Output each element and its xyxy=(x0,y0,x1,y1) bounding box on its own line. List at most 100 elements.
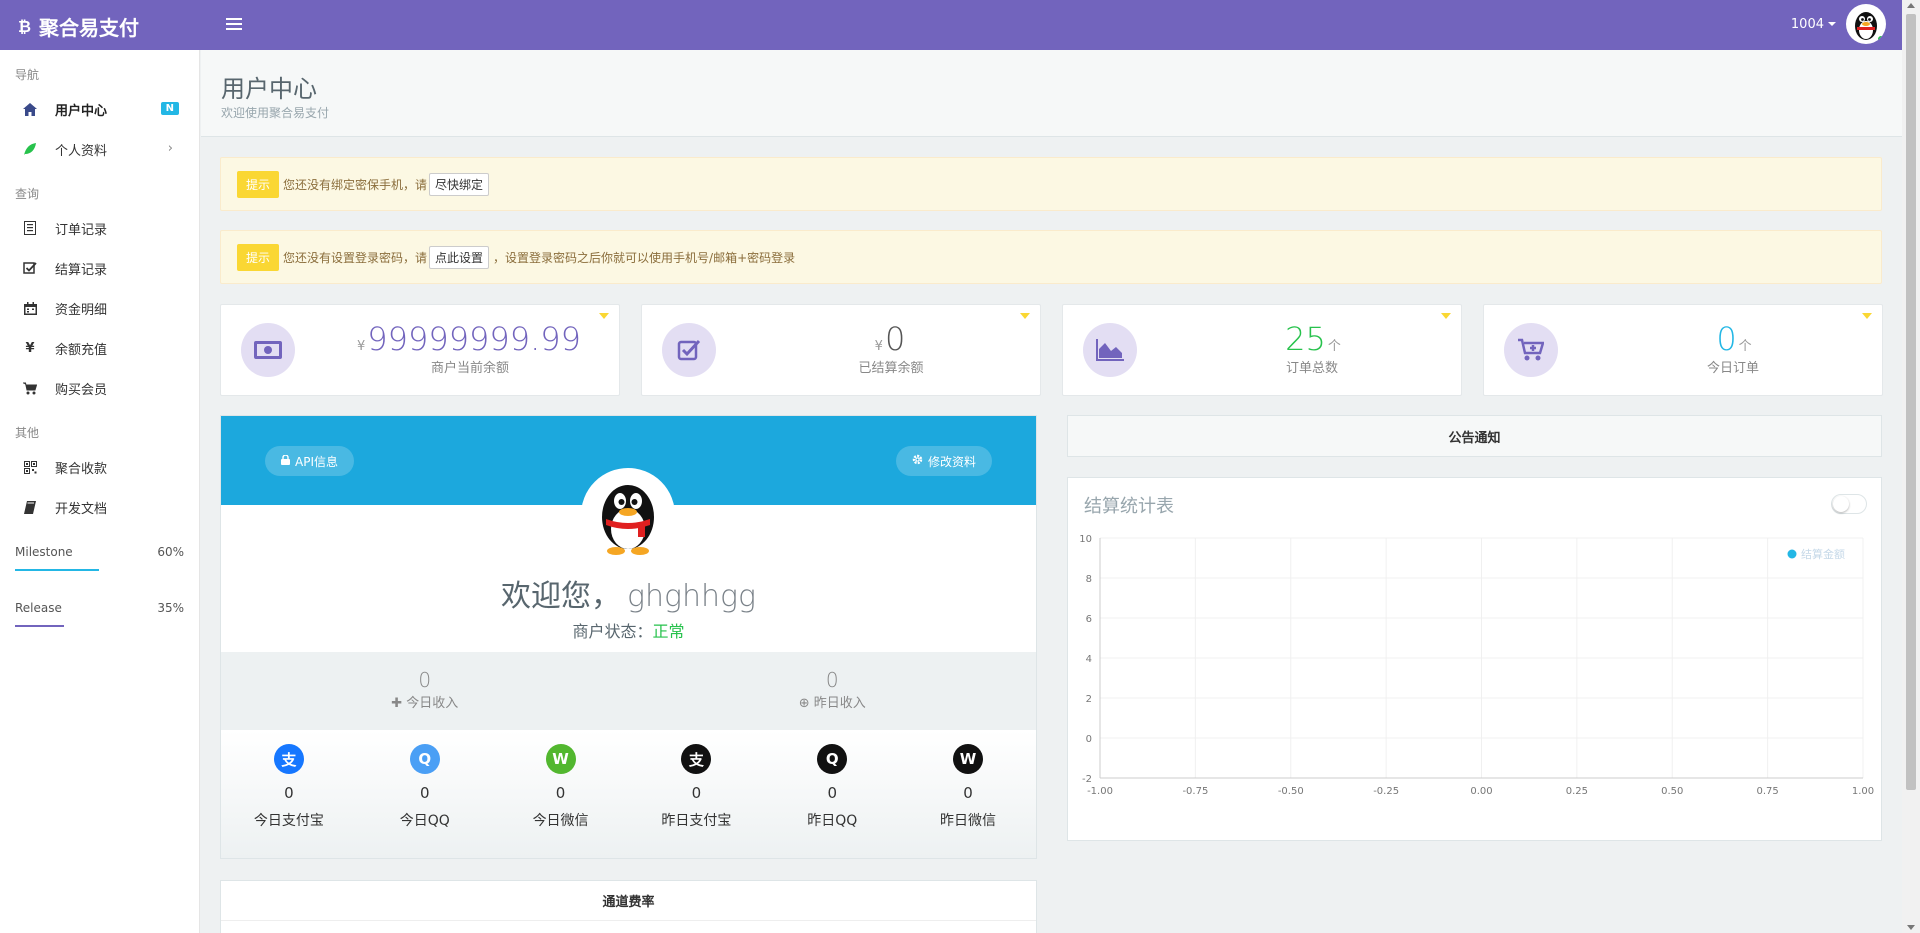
channel-yesterday-wechat: W 0 昨日微信 xyxy=(900,730,1036,858)
merchant-status: 商户状态：正常 xyxy=(221,618,1036,642)
alert-set-password: 提示 您还没有设置登录密码，请 点此设置 ，设置登录密码之后你就可以使用手机号/… xyxy=(220,230,1882,284)
scrollbar-thumb[interactable] xyxy=(1906,14,1916,790)
cart-plus-icon xyxy=(1504,323,1558,377)
sidebar-item-docs[interactable]: 开发文档 xyxy=(0,487,199,527)
page-scrollbar[interactable] xyxy=(1902,0,1920,933)
stat-label: 今日订单 xyxy=(1706,361,1759,376)
alert-text: 您还没有设置登录密码，请 xyxy=(283,250,428,265)
wechat-icon: W xyxy=(953,744,984,774)
sidebar-item-label: 购买会员 xyxy=(55,382,108,398)
caret-down-icon[interactable] xyxy=(1441,313,1451,319)
bind-phone-button[interactable]: 尽快绑定 xyxy=(429,172,490,196)
list-icon xyxy=(22,220,38,236)
profile-panel: API信息 修改资料 欢迎您， ghghhgg 商户状态：正常 0 ✚ 今日收入… xyxy=(220,415,1037,859)
x-tick-label: 0.50 xyxy=(1661,786,1683,797)
x-tick-label: -0.50 xyxy=(1278,786,1304,797)
progress-value: 60% xyxy=(157,545,184,559)
legend-marker xyxy=(1787,549,1797,559)
toggle-knob[interactable] xyxy=(1833,496,1849,512)
nav-section-title: 导航 xyxy=(15,68,40,82)
yesterday-income-value: 0 xyxy=(825,668,839,692)
online-status-dot xyxy=(1877,35,1885,43)
stat-settled: ¥0 已结算余额 xyxy=(641,304,1041,396)
bitcoin-icon: ₿ xyxy=(18,16,32,36)
channel-label: 昨日QQ xyxy=(807,813,858,829)
settlement-chart: 10 8 6 4 2 0 -2-1.00 -0.75 -0.50 -0.25 0.00 0.25 0.5… xyxy=(1079,534,1874,797)
alert-tag: 提示 xyxy=(237,170,280,198)
release-progress: Release 35% xyxy=(0,601,199,627)
sidebar-item-membership[interactable]: 购买会员 xyxy=(0,368,199,408)
sidebar-item-settlements[interactable]: 结算记录 xyxy=(0,248,199,288)
yen-icon: ¥ xyxy=(25,340,35,356)
y-tick-label: 0 xyxy=(1086,734,1092,745)
stat-value: 0 xyxy=(884,320,906,358)
x-tick-label: 0.25 xyxy=(1566,786,1588,797)
sidebar-item-label: 个人资料 xyxy=(55,143,108,159)
plus-circle-icon: ⊕ xyxy=(798,696,810,711)
top-header: ₿ 聚合易支付 1004 xyxy=(0,0,1902,50)
user-menu[interactable]: 1004 xyxy=(1791,4,1886,44)
user-id[interactable]: 1004 xyxy=(1791,17,1836,32)
plus-icon: ✚ xyxy=(391,696,403,711)
sidebar: 导航 用户中心 N 个人资料 › 查询 订单记录 结算记录 资金明细 ¥ 余额充… xyxy=(0,50,200,933)
legend-label: 结算金额 xyxy=(1801,547,1845,561)
welcome-label: 欢迎您， xyxy=(500,579,621,614)
channel-yesterday-qq: Q 0 昨日QQ xyxy=(764,730,900,858)
scroll-down-icon[interactable] xyxy=(1907,925,1915,930)
channel-label: 今日QQ xyxy=(399,813,450,829)
status-label: 商户状态： xyxy=(572,622,653,641)
set-password-button[interactable]: 点此设置 xyxy=(429,245,490,269)
profile-avatar xyxy=(581,468,675,562)
alert-tag: 提示 xyxy=(237,243,280,271)
edit-profile-button[interactable]: 修改资料 xyxy=(895,446,992,476)
scroll-up-icon[interactable] xyxy=(1907,3,1915,8)
query-section-title: 查询 xyxy=(15,187,40,201)
y-tick-label: 2 xyxy=(1086,694,1092,705)
status-value: 正常 xyxy=(652,622,685,641)
api-info-button[interactable]: API信息 xyxy=(265,446,354,476)
sidebar-item-aggregate-pay[interactable]: 聚合收款 xyxy=(0,447,199,487)
chart-toggle-switch[interactable] xyxy=(1831,494,1867,514)
channel-value: 0 xyxy=(963,784,973,802)
notice-panel-header[interactable]: 公告通知 xyxy=(1067,415,1882,457)
x-tick-label: 1.00 xyxy=(1852,786,1874,797)
currency-symbol: ¥ xyxy=(874,339,883,354)
sidebar-item-label: 结算记录 xyxy=(55,262,108,278)
caret-down-icon[interactable] xyxy=(1020,313,1030,319)
sidebar-item-orders[interactable]: 订单记录 xyxy=(0,208,199,248)
leaf-icon xyxy=(22,141,38,157)
x-tick-label: -0.75 xyxy=(1182,786,1208,797)
caret-down-icon xyxy=(1828,22,1836,26)
menu-toggle-icon[interactable] xyxy=(226,15,242,31)
channel-value: 0 xyxy=(827,784,837,802)
channel-value: 0 xyxy=(691,784,702,802)
channel-today-wechat: W 0 今日微信 xyxy=(493,730,629,858)
stat-label: 订单总数 xyxy=(1285,361,1338,376)
today-income-label: 今日收入 xyxy=(406,696,459,711)
y-tick-label: 6 xyxy=(1086,614,1092,625)
avatar[interactable] xyxy=(1846,4,1886,44)
channel-value: 0 xyxy=(284,784,294,802)
x-tick-label: -1.00 xyxy=(1087,786,1113,797)
stat-label: 商户当前余额 xyxy=(430,361,509,376)
sidebar-item-recharge[interactable]: ¥ 余额充值 xyxy=(0,328,199,368)
channel-rate-title: 通道费率 xyxy=(221,881,1036,921)
money-icon xyxy=(241,323,295,377)
brand[interactable]: ₿ 聚合易支付 xyxy=(18,12,139,41)
channel-label: 今日微信 xyxy=(532,813,589,829)
today-income-value: 0 xyxy=(418,668,432,692)
sidebar-item-funds[interactable]: 资金明细 xyxy=(0,288,199,328)
sidebar-item-user-center[interactable]: 用户中心 N xyxy=(0,89,199,129)
caret-down-icon[interactable] xyxy=(1862,313,1872,319)
progress-value: 35% xyxy=(157,601,184,615)
stat-balance: ¥99999999.99 商户当前余额 xyxy=(220,304,620,396)
other-section-title: 其他 xyxy=(15,426,40,440)
calendar-icon xyxy=(22,300,38,316)
caret-down-icon[interactable] xyxy=(599,313,609,319)
stat-value: 99999999.99 xyxy=(367,320,582,358)
sidebar-item-label: 资金明细 xyxy=(55,302,108,318)
channel-value: 0 xyxy=(555,784,566,802)
qq-penguin-icon xyxy=(602,485,654,555)
sidebar-item-label: 聚合收款 xyxy=(55,461,108,477)
sidebar-item-profile[interactable]: 个人资料 › xyxy=(0,129,199,169)
